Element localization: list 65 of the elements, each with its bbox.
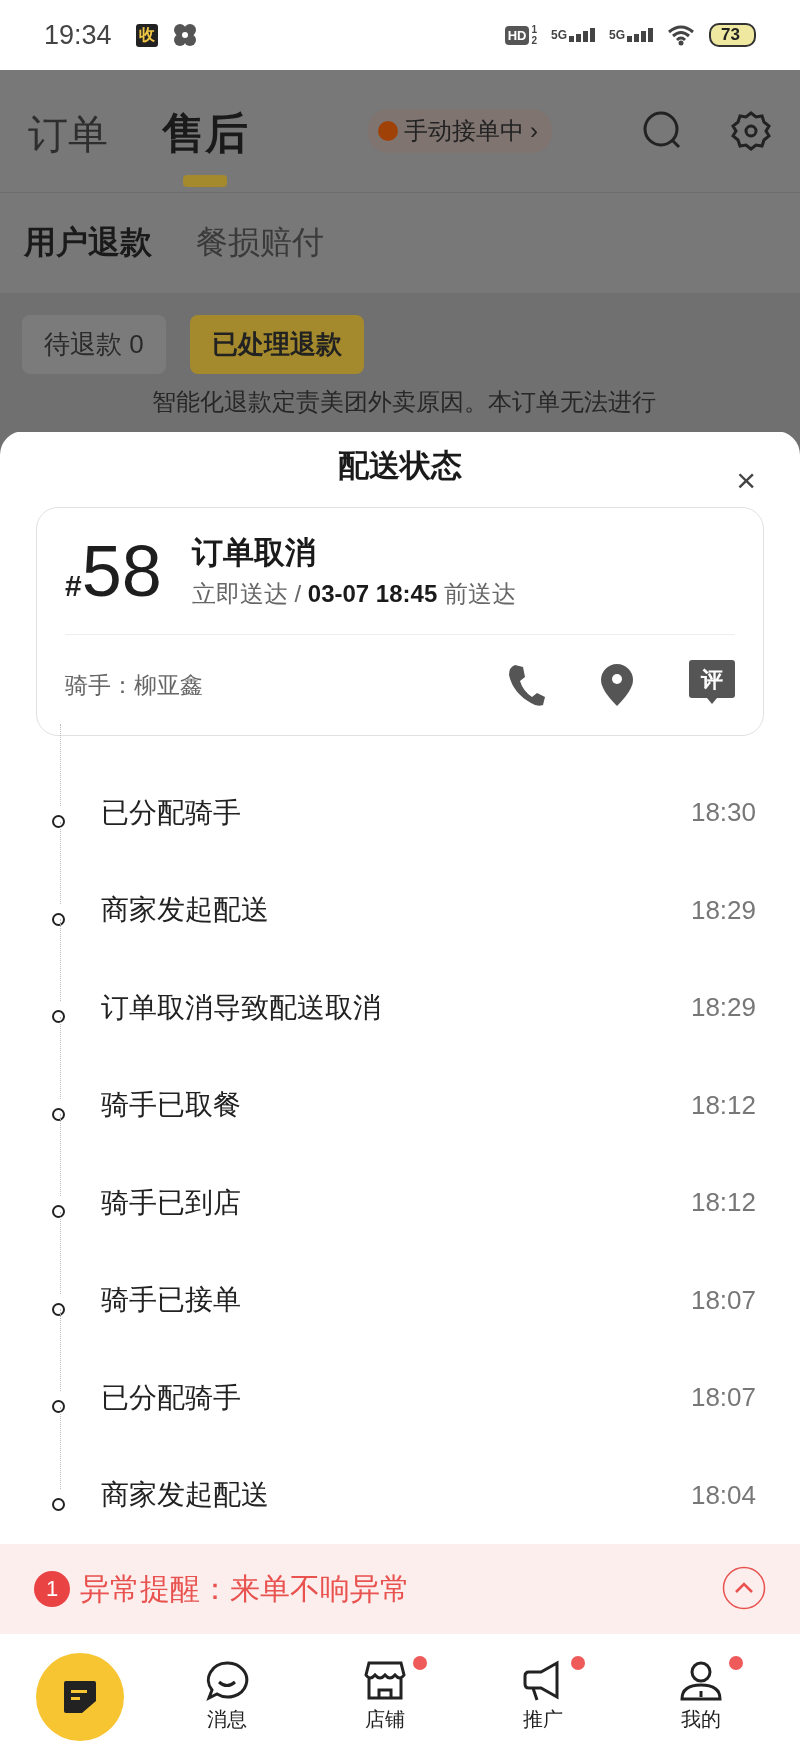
- notice-text: 智能化退款定责美团外卖原因。本订单无法进行: [151, 387, 657, 417]
- nav-item[interactable]: 我的: [622, 1660, 780, 1733]
- sim-number: 2: [531, 35, 538, 46]
- event-time: 18:07: [690, 1284, 756, 1316]
- filter-chip[interactable]: 已处理退款: [189, 315, 364, 374]
- sheet-title: 配送状态: [338, 447, 462, 485]
- location-pin-icon[interactable]: [599, 662, 635, 708]
- timeline-dot: [52, 1010, 65, 1024]
- alert-bar[interactable]: 1 异常提醒：来单不响异常: [0, 1544, 800, 1634]
- hash-sign: #: [65, 569, 82, 603]
- event-label: 骑手已到店: [101, 1185, 242, 1220]
- event-time: 18:12: [690, 1089, 756, 1121]
- close-button[interactable]: ×: [736, 463, 756, 497]
- network-label: 5G: [609, 28, 626, 42]
- signal-icon: [627, 28, 654, 42]
- alert-text: 异常提醒：来单不响异常: [80, 1570, 411, 1607]
- event-label: 已分配骑手: [101, 795, 242, 830]
- filter-chip[interactable]: 待退款 0: [22, 315, 166, 374]
- order-mode-pill[interactable]: 手动接单中 ›: [368, 109, 552, 153]
- event-time: 18:29: [690, 894, 756, 926]
- subtab[interactable]: 餐损赔付: [196, 221, 324, 265]
- event-time: 18:12: [690, 1187, 756, 1219]
- phone-icon[interactable]: [507, 663, 545, 707]
- hd-badge: HD: [504, 25, 530, 45]
- delivery-time: 立即送达 / 03-07 18:45 前送达: [191, 579, 516, 609]
- tab-indicator: [183, 175, 227, 187]
- timeline-dot: [52, 1205, 65, 1219]
- event-label: 商家发起配送: [101, 1478, 270, 1513]
- timeline-dot: [52, 815, 65, 829]
- app-notification-icon: 收: [135, 23, 158, 47]
- network-label: 5G: [551, 28, 568, 42]
- settings-icon[interactable]: [730, 110, 772, 152]
- sim-number: 1: [531, 24, 538, 35]
- wifi-icon: [667, 24, 696, 46]
- timeline-dot: [52, 1497, 65, 1511]
- timeline-dot: [52, 1302, 65, 1316]
- event-time: 18:29: [690, 992, 756, 1024]
- battery-indicator: 73: [709, 23, 756, 47]
- event-label: 已分配骑手: [101, 1380, 242, 1415]
- clock: 19:34: [44, 19, 112, 51]
- header-tab[interactable]: 订单: [28, 99, 108, 169]
- store-icon: [363, 1660, 407, 1702]
- event-label: 商家发起配送: [101, 893, 270, 928]
- alert-count: 1: [34, 1571, 70, 1607]
- timeline-dot: [52, 1400, 65, 1414]
- signal-icon: [569, 28, 596, 42]
- timeline-dot: [52, 1107, 65, 1121]
- timeline-dot: [52, 912, 65, 926]
- order-number: 58: [81, 535, 162, 607]
- event-label: 骑手已接单: [101, 1283, 242, 1318]
- event-time: 18:30: [690, 797, 756, 829]
- event-time: 18:04: [690, 1479, 756, 1511]
- rider-name: 骑手：柳亚鑫: [65, 670, 204, 700]
- order-status: 订单取消: [191, 534, 317, 572]
- nav-item[interactable]: 推广: [464, 1660, 622, 1733]
- chat-icon: [205, 1660, 249, 1702]
- profile-icon: [679, 1660, 723, 1702]
- header-tab[interactable]: 售后: [162, 99, 248, 169]
- nav-item[interactable]: 消息: [148, 1660, 306, 1733]
- event-time: 18:07: [690, 1382, 756, 1414]
- event-label: 订单取消导致配送取消: [101, 990, 382, 1025]
- nav-item[interactable]: 店铺: [306, 1660, 464, 1733]
- search-icon[interactable]: [642, 110, 682, 150]
- subtab[interactable]: 用户退款: [24, 221, 152, 265]
- event-label: 骑手已取餐: [101, 1088, 242, 1123]
